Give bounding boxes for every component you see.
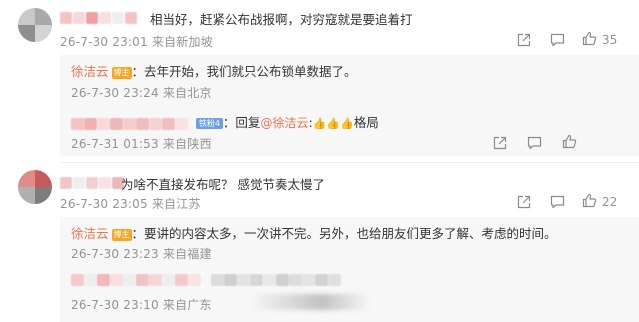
avatar[interactable] [18,170,52,204]
reply-item: 徐洁云 博主 ：要讲的内容太多，一次讲不完。另外，也给朋友们更多了解、考虑的时间。 [71,223,557,242]
comment-username[interactable] [60,10,137,24]
share-icon[interactable] [492,135,507,150]
reply-meta: 26-7-30 23:24 来自北京 [71,86,212,100]
reply-username[interactable]: 徐洁云 [71,64,109,79]
comment-icon[interactable] [550,32,565,47]
comment-icon[interactable] [527,135,542,150]
comment-meta: 26-7-30 23:01 来自新加坡 [60,35,213,49]
reply-meta: 26-7-30 23:23 来自福建 [71,247,212,261]
share-icon[interactable] [516,194,531,209]
like-icon[interactable] [582,31,597,46]
blogger-badge: 博主 [111,67,132,79]
reply-text: 格局 [353,115,379,130]
reply-text [210,272,341,286]
avatar[interactable] [18,8,52,42]
reply-meta: 26-7-31 01:53 来自陕西 [71,137,212,151]
comment-meta: 26-7-30 23:05 来自江苏 [60,197,201,211]
reply-item [71,272,341,286]
reply-item: 铁粉4 ：回复@徐洁云:👍👍👍格局 [71,112,379,131]
reply-username[interactable] [71,272,201,286]
like-icon[interactable] [562,134,577,149]
reply-item: 徐洁云 博主 ：去年开始，我们就只公布锁单数据了。 [71,61,357,80]
fan-badge: 铁粉4 [195,118,223,129]
reply-username[interactable]: 徐洁云 [71,226,109,241]
reply-text: ：要讲的内容太多，一次讲不完。另外，也给朋友们更多了解、考虑的时间。 [131,226,557,241]
like-count: 35 [602,33,618,47]
like-count: 22 [602,195,618,209]
divider [60,162,639,163]
thumbs-up-emoji: 👍👍👍 [312,117,354,130]
reply-username[interactable] [71,116,188,130]
comment-text: 为啥不直接发布呢？ 感觉节奏太慢了 [121,177,325,192]
like-icon[interactable] [582,193,597,208]
blurred-image[interactable] [250,294,370,310]
reply-text: ：去年开始，我们就只公布锁单数据了。 [131,64,357,79]
mention-link[interactable]: @徐洁云 [260,116,308,130]
comment-username[interactable] [60,175,124,189]
comment-text: 相当好，赶紧公布战报啊，对穷寇就是要追着打 [150,12,413,27]
reply-meta: 26-7-30 23:10 来自广东 [71,298,212,312]
share-icon[interactable] [516,32,531,47]
reply-prefix: ：回复 [222,115,261,130]
comment-icon[interactable] [550,194,565,209]
blogger-badge: 博主 [111,229,132,241]
